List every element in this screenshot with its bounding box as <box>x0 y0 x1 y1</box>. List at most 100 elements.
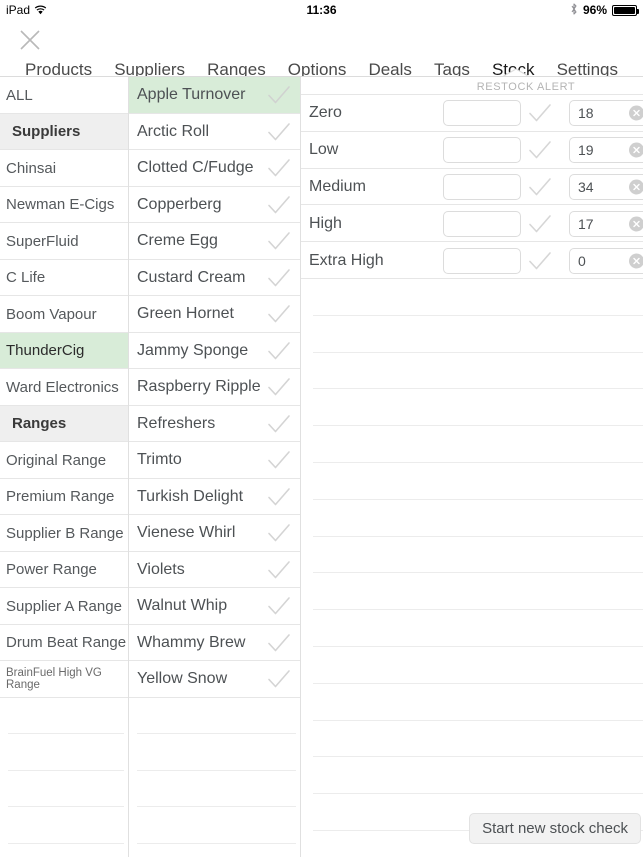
sidebar-item-newman-e-cigs[interactable]: Newman E-Cigs <box>0 187 128 223</box>
product-empty-row <box>129 698 300 734</box>
sidebar-item-label: Suppliers <box>12 123 81 141</box>
sidebar-item-premium-range[interactable]: Premium Range <box>0 479 128 515</box>
product-list-item[interactable]: Creme Egg <box>129 223 300 260</box>
sidebar-empty-row <box>0 771 128 807</box>
checkmark-icon[interactable] <box>264 157 294 179</box>
stock-empty-row <box>301 757 643 795</box>
product-list-item[interactable]: Arctic Roll <box>129 114 300 150</box>
sidebar-item-label: Premium Range <box>6 488 115 506</box>
stock-quantity-field[interactable]: 34 <box>569 173 643 200</box>
checkmark-icon[interactable] <box>521 176 559 198</box>
stock-empty-row <box>301 426 643 463</box>
sidebar-item-all[interactable]: ALL <box>0 77 128 114</box>
product-name-label: Creme Egg <box>137 232 218 250</box>
stock-empty-row <box>301 389 643 427</box>
checkmark-icon[interactable] <box>264 595 294 617</box>
sidebar-item-label: BrainFuel High VG Range <box>6 667 102 692</box>
sidebar-item-label: C Life <box>6 269 46 287</box>
product-empty-row <box>129 734 300 771</box>
product-list-item[interactable]: Jammy Sponge <box>129 333 300 369</box>
sidebar-item-supplier-b-range[interactable]: Supplier B Range <box>0 515 128 552</box>
stock-quantity-value: 18 <box>578 105 594 122</box>
product-list-item[interactable]: Trimto <box>129 442 300 479</box>
sidebar-item-original-range[interactable]: Original Range <box>0 442 128 479</box>
restock-alert-input[interactable] <box>443 210 521 237</box>
sidebar-item-drum-beat-range[interactable]: Drum Beat Range <box>0 625 128 661</box>
clear-circle-icon[interactable] <box>629 179 643 195</box>
product-list-item[interactable]: Yellow Snow <box>129 661 300 698</box>
sidebar-item-power-range[interactable]: Power Range <box>0 552 128 588</box>
start-new-stock-check-button[interactable]: Start new stock check <box>469 813 641 844</box>
checkmark-icon[interactable] <box>264 559 294 581</box>
product-list-item[interactable]: Violets <box>129 552 300 588</box>
restock-alert-input[interactable] <box>443 100 521 127</box>
checkmark-icon[interactable] <box>264 449 294 471</box>
product-empty-row <box>129 771 300 807</box>
restock-alert-input[interactable] <box>443 173 521 200</box>
sidebar-item-label: SuperFluid <box>6 232 79 250</box>
product-name-label: Whammy Brew <box>137 633 246 651</box>
product-name-label: Walnut Whip <box>137 597 228 615</box>
clear-circle-icon[interactable] <box>629 253 643 269</box>
sidebar-item-label: Chinsai <box>6 159 57 177</box>
checkmark-icon[interactable] <box>264 303 294 325</box>
checkmark-icon[interactable] <box>264 194 294 216</box>
stock-quantity-field[interactable]: 0 <box>569 247 643 274</box>
product-list-item[interactable]: Walnut Whip <box>129 588 300 625</box>
checkmark-icon[interactable] <box>521 250 559 272</box>
sidebar-item-supplier-a-range[interactable]: Supplier A Range <box>0 588 128 625</box>
sidebar-item-boom-vapour[interactable]: Boom Vapour <box>0 296 128 333</box>
clear-circle-icon[interactable] <box>629 216 643 232</box>
checkmark-icon[interactable] <box>264 376 294 398</box>
product-list-item[interactable]: Vienese Whirl <box>129 515 300 552</box>
restock-alert-input[interactable] <box>443 137 521 164</box>
stock-level-label: Zero <box>309 104 342 122</box>
product-name-label: Custard Cream <box>137 268 246 286</box>
checkmark-icon[interactable] <box>264 413 294 435</box>
sidebar-item-c-life[interactable]: C Life <box>0 260 128 296</box>
restock-alert-input[interactable] <box>443 247 521 274</box>
product-list-item[interactable]: Apple Turnover <box>129 77 300 114</box>
stock-quantity-field[interactable]: 18 <box>569 100 643 127</box>
stock-level-label: Medium <box>309 177 366 195</box>
checkmark-icon[interactable] <box>521 213 559 235</box>
checkmark-icon[interactable] <box>264 632 294 654</box>
checkmark-icon[interactable] <box>521 139 559 161</box>
checkmark-icon[interactable] <box>521 102 559 124</box>
close-icon[interactable] <box>16 26 44 54</box>
product-list-item[interactable]: Copperberg <box>129 187 300 223</box>
sidebar-item-ward-electronics[interactable]: Ward Electronics <box>0 369 128 406</box>
stock-quantity-field[interactable]: 17 <box>569 210 643 237</box>
checkmark-icon[interactable] <box>264 267 294 289</box>
stock-quantity-field[interactable]: 19 <box>569 137 643 164</box>
stock-quantity-value: 0 <box>578 252 586 269</box>
sidebar-section-header: Ranges <box>0 405 128 442</box>
checkmark-icon[interactable] <box>264 668 294 690</box>
product-name-label: Jammy Sponge <box>137 341 249 359</box>
product-name-label: Vienese Whirl <box>137 524 236 542</box>
sidebar-item-thundercig[interactable]: ThunderCig <box>0 332 128 369</box>
product-list-item[interactable]: Refreshers <box>129 406 300 442</box>
sidebar-item-brainfuel-high-vg-range[interactable]: BrainFuel High VG Range <box>0 661 128 698</box>
clear-circle-icon[interactable] <box>629 142 643 158</box>
checkmark-icon[interactable] <box>264 522 294 544</box>
product-list-item[interactable]: Whammy Brew <box>129 625 300 661</box>
stock-level-label: Low <box>309 141 339 159</box>
product-list-item[interactable]: Clotted C/Fudge <box>129 150 300 187</box>
checkmark-icon[interactable] <box>264 340 294 362</box>
product-list-item[interactable]: Turkish Delight <box>129 479 300 515</box>
clear-circle-icon[interactable] <box>629 105 643 121</box>
sidebar-item-chinsai[interactable]: Chinsai <box>0 150 128 187</box>
checkmark-icon[interactable] <box>264 84 294 106</box>
product-list-item[interactable]: Custard Cream <box>129 260 300 296</box>
checkmark-icon[interactable] <box>264 230 294 252</box>
product-name-label: Yellow Snow <box>137 670 228 688</box>
product-list-item[interactable]: Green Hornet <box>129 296 300 333</box>
stock-level-row: Zero 18 <box>301 95 643 132</box>
sidebar-item-label: ALL <box>6 86 33 104</box>
sidebar-item-superfluid[interactable]: SuperFluid <box>0 223 128 260</box>
stock-empty-row <box>301 500 643 537</box>
product-list-item[interactable]: Raspberry Ripple <box>129 369 300 406</box>
checkmark-icon[interactable] <box>264 121 294 143</box>
checkmark-icon[interactable] <box>264 486 294 508</box>
